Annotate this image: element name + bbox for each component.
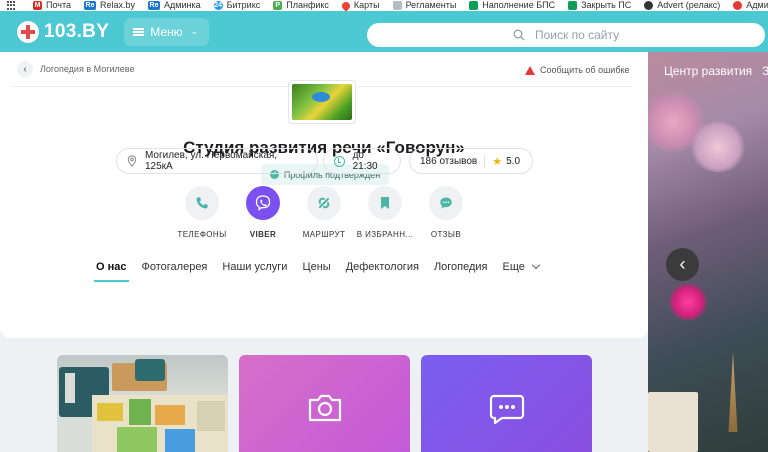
bookmark-icon[interactable]: [368, 186, 402, 220]
classroom-photo-tile[interactable]: [57, 355, 228, 452]
tab-about[interactable]: О нас: [94, 252, 128, 282]
bookmark-relax[interactable]: Re Relax.by: [84, 0, 135, 11]
action-label: VIBER: [249, 230, 277, 239]
chevron-down-icon: [531, 260, 541, 270]
bookmark-bps[interactable]: Наполнение БПС: [469, 0, 555, 11]
profile-tabs: О нас Фотогалерея Наши услуги Цены Дефек…: [94, 252, 554, 282]
route-icon[interactable]: [307, 186, 341, 220]
relax-admin-icon: Re: [148, 1, 161, 10]
clock-icon: [334, 155, 345, 167]
tab-logopedia[interactable]: Логопедия: [434, 252, 488, 282]
menu-button[interactable]: Меню ⌄: [124, 17, 210, 46]
action-review[interactable]: ОТЗЫВ: [411, 186, 481, 239]
menu-label: Меню: [150, 24, 183, 39]
reviews-tile[interactable]: [421, 355, 592, 452]
bookmark-maps[interactable]: Карты: [340, 0, 380, 11]
maps-icon: [340, 0, 352, 11]
chip-divider: [484, 154, 486, 168]
action-route[interactable]: МАРШРУТ: [289, 186, 359, 239]
action-label: МАРШРУТ: [302, 230, 346, 239]
github-icon: [644, 1, 654, 10]
sheets-icon: [568, 1, 578, 10]
bookmark-bitrix[interactable]: 24 Битрикс: [213, 0, 260, 11]
action-viber[interactable]: VIBER: [228, 186, 298, 239]
chat-icon: [489, 394, 524, 425]
bookmark-planfix[interactable]: P Планфикс: [273, 0, 329, 11]
report-error-link[interactable]: Сообщить об ошибке: [525, 65, 630, 75]
hamburger-icon: [133, 27, 145, 36]
tab-prices[interactable]: Цены: [302, 252, 330, 282]
chevron-left-icon[interactable]: ‹: [17, 61, 33, 77]
address-chip[interactable]: Могилев, ул. Первомайская, 125кА: [116, 148, 318, 174]
action-label: В ИЗБРАНН...: [356, 230, 414, 239]
star-icon: ★: [492, 155, 503, 168]
map-pin-icon: [127, 155, 137, 167]
carousel-prev-button[interactable]: ‹: [666, 248, 699, 281]
tab-more-label: Еще: [502, 261, 525, 273]
rating-value: 5.0: [506, 155, 521, 167]
tab-services[interactable]: Наши услуги: [222, 252, 287, 282]
bookmark-close-ps[interactable]: Закрыть ПС: [568, 0, 631, 11]
chevron-down-icon: ⌄: [190, 26, 199, 36]
bitrix-icon: 24: [213, 1, 223, 10]
action-phones[interactable]: ТЕЛЕФОНЫ: [167, 186, 237, 239]
bookmarks-bar: M Почта Re Relax.by Re Админка 24 Битрикс PП…: [0, 0, 768, 11]
search-icon: [513, 29, 525, 41]
sheets-icon: [469, 1, 479, 10]
bookmark-relax-admin[interactable]: Re Админка: [148, 0, 201, 11]
address-text: Могилев, ул. Первомайская, 125кА: [144, 150, 278, 172]
action-label: ТЕЛЕФОНЫ: [177, 230, 227, 239]
admin-icon: [733, 1, 743, 10]
relax-icon: Re: [84, 1, 96, 10]
viber-icon[interactable]: [246, 186, 280, 220]
breadcrumb-label: Логопедия в Могилеве: [40, 64, 135, 74]
chevron-left-icon: ‹: [679, 254, 686, 274]
search-placeholder: Поиск по сайту: [535, 28, 620, 42]
report-label: Сообщить об ошибке: [540, 65, 630, 75]
promo-banner[interactable]: Центр развитияЗа: [648, 52, 768, 452]
reviews-chip[interactable]: 186 отзывов ★ 5.0: [409, 148, 533, 174]
warning-icon: [525, 65, 535, 75]
action-label: ОТЗЫВ: [430, 230, 462, 239]
bookmark-admin[interactable]: Админ: [733, 0, 768, 11]
profile-avatar[interactable]: [288, 80, 356, 124]
doc-icon: [392, 1, 402, 10]
logo-image: [292, 84, 352, 120]
apps-grid-icon[interactable]: [7, 1, 15, 10]
phone-icon[interactable]: [185, 186, 219, 220]
gallery-tile[interactable]: [239, 355, 410, 452]
breadcrumb[interactable]: ‹ Логопедия в Могилеве: [17, 61, 134, 77]
tab-more[interactable]: Еще: [502, 252, 541, 282]
reviews-count: 186 отзывов: [420, 155, 478, 167]
tab-gallery[interactable]: Фотогалерея: [142, 252, 208, 282]
bookmark-gmail[interactable]: M Почта: [33, 0, 71, 11]
site-header: 103.BY Меню ⌄ Поиск по сайту: [0, 11, 768, 52]
search-input[interactable]: Поиск по сайту: [367, 23, 765, 47]
site-logo[interactable]: 103.BY: [17, 20, 110, 43]
tab-defectology[interactable]: Дефектология: [346, 252, 419, 282]
action-favorites[interactable]: В ИЗБРАНН...: [350, 186, 420, 239]
review-icon[interactable]: [429, 186, 463, 220]
hours-chip[interactable]: до 21:30: [323, 148, 401, 174]
logo-text: 103.BY: [44, 20, 110, 42]
bookmark-advert[interactable]: Advert (релакс): [644, 0, 720, 11]
camera-icon: [308, 394, 341, 422]
medical-cross-icon: [17, 20, 39, 43]
planfix-icon: P: [273, 1, 283, 10]
gmail-icon: M: [33, 1, 42, 10]
hours-text: до 21:30: [352, 150, 378, 172]
banner-caption: Центр развитияЗа: [664, 64, 768, 78]
bookmark-reglaments[interactable]: Регламенты: [392, 0, 456, 11]
